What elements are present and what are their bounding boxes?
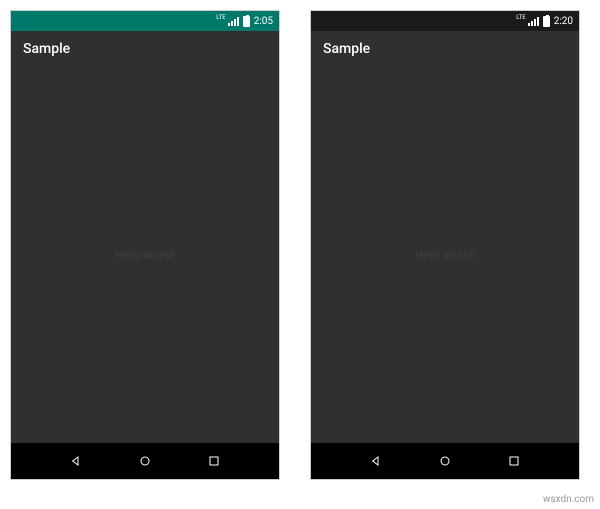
navigation-bar: [11, 443, 279, 479]
android-screenshot-left: LTE 2:05 Sample Hello World!: [10, 10, 280, 480]
home-icon[interactable]: [437, 453, 453, 469]
network-label: LTE: [216, 14, 225, 21]
clock-time: 2:05: [254, 16, 273, 27]
content-area: Hello World!: [11, 67, 279, 443]
home-icon[interactable]: [137, 453, 153, 469]
recent-apps-icon[interactable]: [506, 453, 522, 469]
navigation-bar: [311, 443, 579, 479]
signal-icon: [528, 16, 539, 26]
content-area: Hello World!: [311, 67, 579, 443]
watermark: wsxdn.com: [543, 494, 594, 505]
battery-icon: [543, 16, 550, 27]
signal-icon: [228, 16, 239, 26]
back-icon[interactable]: [368, 453, 384, 469]
status-bar: LTE 2:05: [11, 11, 279, 31]
recent-apps-icon[interactable]: [206, 453, 222, 469]
action-bar: Sample: [11, 31, 279, 67]
action-bar: Sample: [311, 31, 579, 67]
battery-icon: [243, 16, 250, 27]
app-title: Sample: [323, 41, 370, 57]
android-screenshot-right: LTE 2:20 Sample Hello World!: [310, 10, 580, 480]
hello-text: Hello World!: [115, 249, 174, 262]
network-label: LTE: [516, 14, 525, 21]
back-icon[interactable]: [68, 453, 84, 469]
hello-text: Hello World!: [415, 249, 474, 262]
status-bar: LTE 2:20: [311, 11, 579, 31]
app-title: Sample: [23, 41, 70, 57]
clock-time: 2:20: [554, 16, 573, 27]
